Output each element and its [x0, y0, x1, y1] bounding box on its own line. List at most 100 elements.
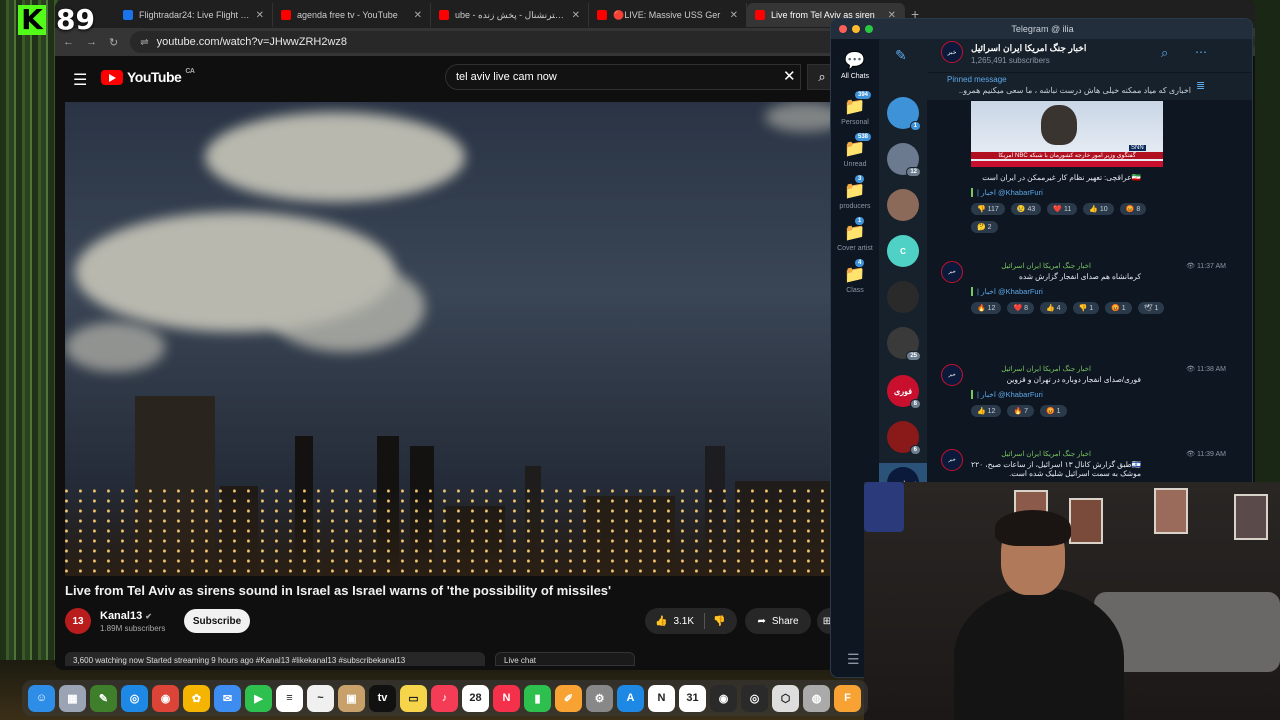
- folder-tab[interactable]: 📁 producers 3: [831, 175, 879, 210]
- logic-icon[interactable]: ◎: [741, 684, 768, 712]
- youtube-logo[interactable]: YouTube CA: [101, 68, 195, 85]
- chat-avatar[interactable]: [887, 189, 919, 221]
- video-player[interactable]: [65, 102, 835, 576]
- freeform-icon[interactable]: ~: [307, 684, 334, 712]
- news-image[interactable]: SNN گفتگوی وزیر امور خارجه کشورمان با شب…: [971, 101, 1163, 167]
- reaction-chip[interactable]: 👎 1: [1072, 302, 1100, 314]
- mail-icon[interactable]: ✉: [214, 684, 241, 712]
- chat-avatar[interactable]: فوری 8: [887, 375, 921, 409]
- close-window-icon[interactable]: [839, 25, 847, 33]
- more-options-icon[interactable]: ⋯: [1195, 45, 1207, 59]
- close-tab-icon[interactable]: ✕: [730, 10, 738, 21]
- channel-message[interactable]: اخبار جنگ امریکا ایران اسرائیل 👁 11:38 AM…: [971, 365, 1226, 417]
- reaction-chip[interactable]: ❤️ 11: [1047, 203, 1078, 215]
- filter-settings-icon[interactable]: ☰: [847, 651, 860, 668]
- reaction-chip[interactable]: 😡 1: [1105, 302, 1132, 314]
- reaction-chip[interactable]: 🤔 2: [971, 221, 998, 233]
- reaction-chip[interactable]: 🕊 1: [1137, 302, 1165, 314]
- news-icon[interactable]: N: [493, 684, 520, 712]
- reaction-chip[interactable]: 😡 8: [1119, 203, 1147, 215]
- browser-tab[interactable]: 🔴LIVE: Massive USS Ger ✕: [589, 3, 747, 27]
- search-input[interactable]: tel aviv live cam now: [445, 64, 801, 90]
- search-icon[interactable]: ⌕: [1161, 45, 1168, 61]
- fl-studio-icon[interactable]: F: [834, 684, 861, 712]
- channel-avatar[interactable]: 13: [65, 608, 91, 634]
- reaction-chip[interactable]: 🔥 12: [971, 302, 1002, 314]
- reaction-chip[interactable]: 🔥 7: [1007, 405, 1035, 417]
- channel-message[interactable]: اخبار جنگ امریکا ایران اسرائیل 👁 11:37 AM…: [971, 262, 1226, 314]
- folder-tab[interactable]: 📁 Unread 538: [831, 133, 879, 168]
- dislike-button[interactable]: 👎: [705, 616, 733, 627]
- live-chat-panel[interactable]: Live chat: [495, 652, 635, 666]
- close-tab-icon[interactable]: ✕: [414, 10, 422, 21]
- browser-tab[interactable]: ube - ایران اینترنشنال - پخش زنده ✕: [431, 3, 589, 27]
- browser-tab[interactable]: Flightradar24: Live Flight Tra ✕: [115, 3, 273, 27]
- zoom-window-icon[interactable]: [865, 25, 873, 33]
- menu-icon[interactable]: ☰: [73, 70, 87, 90]
- reaction-chip[interactable]: 👎 117: [971, 203, 1005, 215]
- clear-search-icon[interactable]: ✕: [783, 67, 796, 85]
- chat-avatar[interactable]: 25: [887, 327, 921, 361]
- close-tab-icon[interactable]: ✕: [572, 10, 580, 21]
- numbers-icon[interactable]: ▮: [524, 684, 551, 712]
- chat-avatar[interactable]: [887, 281, 919, 313]
- message-channel-avatar[interactable]: خبر: [941, 449, 963, 471]
- channel-title[interactable]: اخبار جنگ امریکا ایران اسرائیل: [971, 43, 1086, 54]
- minimize-window-icon[interactable]: [852, 25, 860, 33]
- photos-icon[interactable]: ✿: [183, 684, 210, 712]
- like-button[interactable]: 👍 3.1K: [645, 613, 706, 629]
- settings-icon[interactable]: ⚙: [586, 684, 613, 712]
- site-info-icon[interactable]: ⇌: [140, 37, 148, 48]
- message-signature[interactable]: | اخبار @KhabarFuri: [971, 287, 1081, 296]
- instruments-icon[interactable]: ◉: [710, 684, 737, 712]
- subscribe-button[interactable]: Subscribe: [184, 609, 250, 633]
- pin-list-icon[interactable]: ≣: [1196, 79, 1205, 92]
- reload-icon[interactable]: ↻: [109, 36, 118, 49]
- utility-icon[interactable]: ✎: [90, 684, 117, 712]
- chrome-icon[interactable]: ◉: [152, 684, 179, 712]
- share-button[interactable]: ➦ Share: [745, 608, 811, 634]
- message-channel-avatar[interactable]: خبر: [941, 364, 963, 386]
- pages-icon[interactable]: ✐: [555, 684, 582, 712]
- reaction-chip[interactable]: 👍 12: [971, 405, 1002, 417]
- message-signature[interactable]: | اخبار @KhabarFuri: [971, 390, 1081, 399]
- description-box[interactable]: 3,600 watching now Started streaming 9 h…: [65, 652, 485, 666]
- compose-icon[interactable]: ✎: [895, 47, 907, 64]
- chat-avatar[interactable]: 12: [887, 143, 921, 177]
- reminders-icon[interactable]: ≡: [276, 684, 303, 712]
- safari-icon[interactable]: ◎: [121, 684, 148, 712]
- reaction-chip[interactable]: ❤️ 8: [1007, 302, 1035, 314]
- message-signature[interactable]: | اخبار @KhabarFuri: [971, 188, 1081, 197]
- folder-tab[interactable]: 📁 Class 4: [831, 259, 879, 294]
- reaction-chip[interactable]: 😡 1: [1040, 405, 1067, 417]
- message-channel-avatar[interactable]: خبر: [941, 261, 963, 283]
- back-icon[interactable]: ←: [63, 36, 74, 48]
- notes-icon[interactable]: ▭: [400, 684, 427, 712]
- hex-icon[interactable]: ⬡: [772, 684, 799, 712]
- channel-avatar[interactable]: خبر: [941, 41, 963, 63]
- folder-tab[interactable]: 💬 All Chats: [831, 51, 879, 80]
- appletv-icon[interactable]: tv: [369, 684, 396, 712]
- folder-tab[interactable]: 📁 Personal 394: [831, 91, 879, 126]
- disk-icon[interactable]: ◍: [803, 684, 830, 712]
- chat-avatar[interactable]: 1: [887, 97, 921, 131]
- reaction-chip[interactable]: 😢 43: [1010, 203, 1042, 215]
- launchpad-icon[interactable]: ▦: [59, 684, 86, 712]
- reaction-chip[interactable]: 👍 10: [1083, 203, 1114, 215]
- reaction-chip[interactable]: 👍 4: [1040, 302, 1067, 314]
- close-tab-icon[interactable]: ✕: [256, 10, 264, 21]
- browser-tab[interactable]: agenda free tv - YouTube ✕: [273, 3, 431, 27]
- facetime-icon[interactable]: ▶: [245, 684, 272, 712]
- chat-avatar[interactable]: C: [887, 235, 919, 267]
- calendar2-icon[interactable]: 31: [679, 684, 706, 712]
- appstore-icon[interactable]: A: [617, 684, 644, 712]
- channel-message[interactable]: 🇮🇷عراقچی: تعهیر نظام کار غیرممکن در ایرا…: [971, 171, 1226, 233]
- calendar-icon[interactable]: 28: [462, 684, 489, 712]
- channel-message[interactable]: اخبار جنگ امریکا ایران اسرائیل 👁 11:39 AM…: [971, 450, 1226, 478]
- finder-icon[interactable]: ☺: [28, 684, 55, 712]
- music-icon[interactable]: ♪: [431, 684, 458, 712]
- folder-tab[interactable]: 📁 Cover artist 1: [831, 217, 879, 252]
- forward-icon[interactable]: →: [86, 36, 97, 48]
- notion-icon[interactable]: N: [648, 684, 675, 712]
- chat-avatar[interactable]: 6: [887, 421, 921, 455]
